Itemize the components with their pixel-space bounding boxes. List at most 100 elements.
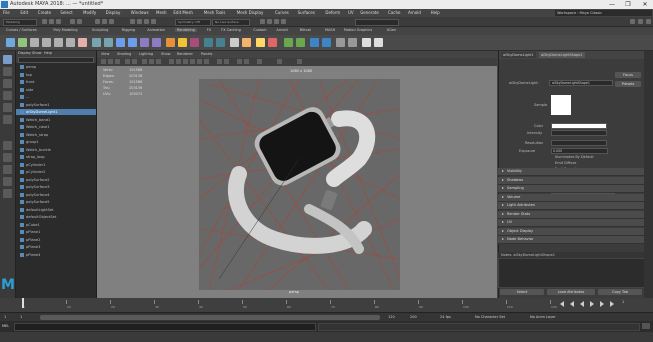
live-surface-field[interactable]: No Live Surface [212,19,250,26]
paint-select-icon[interactable] [3,79,12,88]
attr-check-2[interactable]: Emit Diffuse [555,161,576,165]
outliner-row[interactable]: polySurface4 [16,192,96,198]
shelf-cylinder-icon[interactable] [54,38,63,47]
shelf-tab-fx[interactable]: FX [205,28,213,32]
outliner-row[interactable]: Watch_strap [16,132,96,138]
fps-dropdown[interactable]: 24 fps [440,315,451,319]
lasso-tool-icon[interactable] [3,67,12,76]
shelf-multicut-icon[interactable] [230,38,239,47]
gate-mask-icon[interactable] [156,59,161,64]
shelf-cv-curve-icon[interactable] [6,38,15,47]
attr-section-object-display[interactable]: Object Display [498,227,644,236]
shelf-skydome-icon[interactable] [362,38,371,47]
shelf-revolve-icon[interactable] [104,38,113,47]
menu-modify[interactable]: Modify [83,10,96,15]
four-view-icon[interactable] [3,153,12,162]
outliner-row[interactable]: pPlane1 [16,229,96,235]
camera-attributes-icon[interactable] [108,59,113,64]
outliner-row[interactable]: defaultObjectSet [16,214,96,220]
menu-windows[interactable]: Windows [131,10,149,15]
menu-mesh-tools[interactable]: Mesh Tools [204,10,226,15]
shelf-paint-icon[interactable] [256,38,265,47]
attr-select-button[interactable]: Select [500,289,544,295]
attr-presets-button[interactable]: Presets [615,81,641,87]
color-management-icon[interactable] [297,59,302,64]
film-gate-icon[interactable] [142,59,147,64]
smooth-shade-icon[interactable] [176,59,181,64]
range-max-field[interactable]: 200 [410,315,417,319]
outliner-menu-show[interactable]: Show [32,51,41,55]
shelf-tab-mash[interactable]: MASH [323,28,337,32]
menu-generate[interactable]: Generate [360,10,379,15]
attr-tab-shape[interactable]: aiSkyDomeLightShape1 [539,52,585,58]
range-slider[interactable] [40,315,380,320]
outliner-row[interactable]: polySurface1 [16,102,96,108]
attr-side-tabs[interactable] [644,51,653,298]
outliner-row[interactable]: pCylinder2 [16,169,96,175]
shelf-center-pivot-icon[interactable] [336,38,345,47]
rotate-tool-icon[interactable] [3,103,12,112]
shelf-tab-bifrost[interactable]: Bifrost [298,28,313,32]
camera-select-icon[interactable] [101,59,106,64]
single-view-icon[interactable] [3,141,12,150]
exposure-icon[interactable] [257,59,262,64]
shelf-smooth-icon[interactable] [178,38,187,47]
anti-aliasing-icon[interactable] [244,59,249,64]
menu-edit[interactable]: Edit [20,10,28,15]
attr-load-attributes-button[interactable]: Load Attributes [547,289,595,295]
shelf-cube-icon[interactable] [42,38,51,47]
shelf-bevel-icon[interactable] [128,38,137,47]
shelf-tab-rigging[interactable]: Rigging [120,28,137,32]
viewport-menu-shading[interactable]: Shading [117,52,131,56]
outliner-row[interactable]: polySurface2 [16,177,96,183]
shelf-tab-rendering[interactable]: Rendering [175,28,197,32]
shelf-tab-curves-surfaces[interactable]: Curves / Surfaces [4,28,39,32]
outliner-row[interactable]: pPlane4 [16,252,96,258]
shelf-tab-motion-graphics[interactable]: Motion Graphics [342,28,374,32]
viewport-menu-renderer[interactable]: Renderer [177,52,193,56]
menu-curves[interactable]: Curves [275,10,289,15]
viewport-menu-lighting[interactable]: Lighting [139,52,153,56]
shelf-tab-arnold[interactable]: Arnold [274,28,289,32]
outliner-row[interactable]: aiSkyDomeLight1 [16,109,96,115]
attr-tab-transform[interactable]: aiSkyDomeLight1 [501,52,536,58]
outliner-row[interactable]: pPlane3 [16,244,96,250]
shelf-tab-sculpting[interactable]: Sculpting [90,28,110,32]
minimize-button[interactable]: — [604,0,620,9]
menu-surfaces[interactable]: Surfaces [298,10,315,15]
outliner-row[interactable]: polySurface5 [16,199,96,205]
shelf-bridge-icon[interactable] [166,38,175,47]
go-to-start-icon[interactable] [560,301,564,307]
redo-icon[interactable] [77,19,82,24]
outliner-menu-display[interactable]: Display [18,51,31,55]
attr-section-render-stats[interactable]: Render Stats [498,210,644,219]
shelf-extract-icon[interactable] [216,38,225,47]
wireframe-icon[interactable] [169,59,174,64]
menu-deform[interactable]: Deform [325,10,340,15]
persp-outliner-icon[interactable] [3,165,12,174]
shelf-tab-animation[interactable]: Animation [145,28,167,32]
shelf-camera-icon[interactable] [296,38,305,47]
range-start-field[interactable]: 1 [20,315,22,319]
channel-box-toggle-icon[interactable] [646,19,651,24]
shelf-ep-curve-icon[interactable] [18,38,27,47]
attr-section-light-attributes[interactable]: Light Attributes [498,202,644,210]
range-min-field[interactable]: 1 [4,315,6,319]
shelf-tab-custom[interactable]: Custom [251,28,268,32]
script-language-label[interactable]: MEL [2,324,9,328]
attr-section-visibility[interactable]: Visibility [498,168,644,176]
menu-edit-mesh[interactable]: Edit Mesh [173,10,193,15]
menu-file[interactable]: File [3,10,10,15]
shelf-texture-icon[interactable] [322,38,331,47]
outliner-row[interactable]: top [16,72,96,78]
menu-cache[interactable]: Cache [388,10,400,15]
play-backward-icon[interactable] [580,301,584,307]
undo-icon[interactable] [70,19,75,24]
step-back-icon[interactable] [570,301,574,307]
symmetry-dropdown[interactable]: Symmetry: Off [175,19,211,26]
workspace-selector[interactable]: Workspace : Maya Classic [555,10,652,16]
open-scene-icon[interactable] [49,19,54,24]
attribute-editor-toggle-icon[interactable] [638,19,643,24]
step-forward-icon[interactable] [600,301,604,307]
shelf-loft-icon[interactable] [92,38,101,47]
